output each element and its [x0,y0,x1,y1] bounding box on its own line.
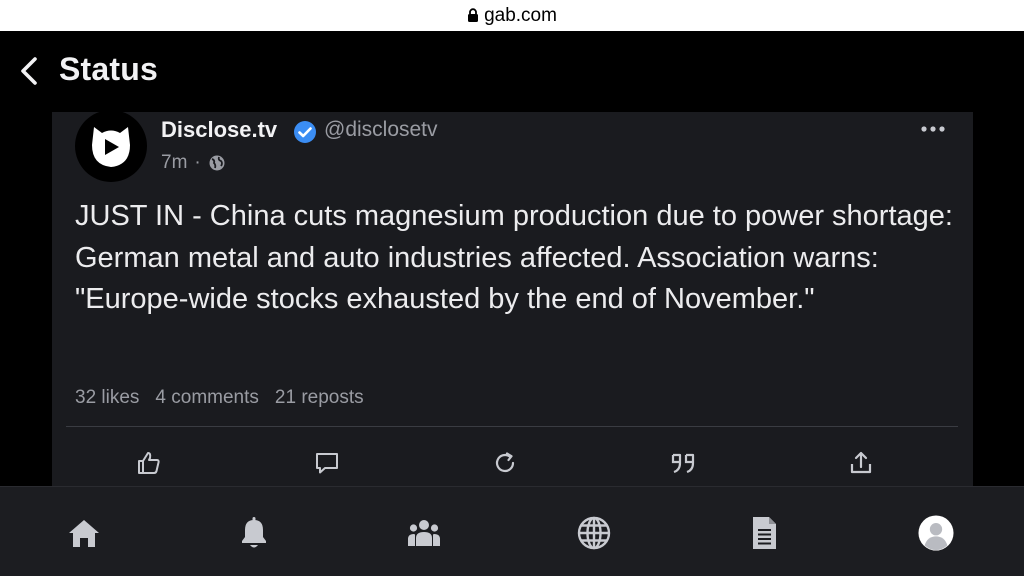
repost-icon[interactable] [490,448,520,478]
post-text: JUST IN - China cuts magnesium productio… [75,200,953,315]
url-text: gab.com [484,4,557,26]
like-icon[interactable] [134,448,164,478]
quote-icon[interactable] [668,448,698,478]
author-handle[interactable]: @disclosetv [324,118,438,142]
disclose-logo-icon [92,127,130,167]
groups-icon[interactable] [406,515,442,551]
public-globe-icon [208,154,226,172]
comment-icon[interactable] [312,448,342,478]
post-meta: 7m · [161,152,226,174]
post-time[interactable]: 7m [161,152,187,174]
status-card: Disclose.tv @disclosetv 7m · JUST IN - C… [52,110,973,486]
comments-count[interactable]: 4 comments [155,387,258,409]
verified-badge-icon [293,120,317,144]
document-icon[interactable] [746,515,782,551]
more-options-icon[interactable] [920,125,946,133]
globe-icon[interactable] [576,515,612,551]
reposts-count[interactable]: 21 reposts [275,387,364,409]
browser-url-bar[interactable]: gab.com [0,0,1024,31]
lock-icon [467,8,479,23]
meta-separator: · [194,152,201,173]
likes-count[interactable]: 32 likes [75,387,139,409]
bell-icon[interactable] [236,515,272,551]
share-icon[interactable] [846,448,876,478]
page-header: Status [0,31,1024,113]
profile-avatar-icon[interactable] [918,515,954,551]
divider [66,426,958,427]
bottom-navigation [0,486,1024,576]
author-name[interactable]: Disclose.tv [161,117,277,143]
post-stats: 32 likes 4 comments 21 reposts [75,387,380,409]
page-title: Status [59,51,158,87]
home-icon[interactable] [66,515,102,551]
back-chevron-icon[interactable] [18,55,40,87]
author-avatar[interactable] [75,110,147,182]
